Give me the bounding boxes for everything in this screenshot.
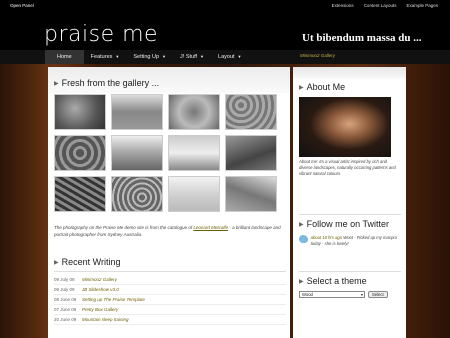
post-date: 09 July 09 — [54, 287, 75, 292]
gallery-header: ▶ Fresh from the gallery ... — [48, 67, 290, 93]
gallery-thumbnail[interactable] — [54, 135, 106, 171]
about-heading: ▶ About Me — [299, 82, 401, 92]
twitter-title: Follow me on Twitter — [306, 219, 389, 229]
sidebar-header — [293, 67, 406, 79]
description-text: The photography on the Praise Me demo si… — [54, 225, 194, 230]
top-link-extensions[interactable]: Extensions — [332, 3, 354, 8]
about-text: About me: Im a visual artist inspired by… — [299, 159, 396, 177]
divider — [299, 271, 401, 272]
nav-item-label: Features — [90, 54, 113, 60]
recent-title: Recent Writing — [61, 257, 121, 267]
breadcrumb[interactable]: Minimoo2 Gallery — [300, 53, 335, 58]
recent-heading: ▶ Recent Writing — [54, 257, 286, 272]
arrow-right-icon: ▶ — [54, 259, 59, 266]
gallery-title: Fresh from the gallery ... — [61, 78, 160, 88]
top-links: Extensions Content Layouts Example Pages — [332, 3, 438, 8]
site-tagline: Ut bibendum massa du ... — [302, 32, 422, 44]
nav-item-layout[interactable]: Layout ▼ — [211, 50, 248, 64]
open-panel-link[interactable]: Open Panel — [10, 3, 34, 8]
post-date: 20 June 09 — [54, 317, 77, 322]
main-nav-bar: Home Features ▼ Setting Up ▼ J! Stuff ▼ Lay… — [0, 50, 450, 64]
list-item: 08 June 09 Setting up The Praise Templat… — [54, 295, 286, 305]
nav-item-label: J! Stuff — [180, 54, 198, 60]
nav-item-label: Setting Up — [133, 54, 160, 60]
nav-item-setting-up[interactable]: Setting Up ▼ — [126, 50, 173, 64]
main-nav: Home Features ▼ Setting Up ▼ J! Stuff ▼ Lay… — [45, 50, 249, 64]
nav-item-j-stuff[interactable]: J! Stuff ▼ — [173, 50, 211, 64]
about-section: ▶ About Me About me: Im a visual artist … — [299, 82, 401, 177]
site-header: praise me Ut bibendum massa du ... — [0, 12, 450, 50]
caret-down-icon: ▼ — [162, 54, 167, 59]
post-link[interactable]: Mountain sleep training — [82, 317, 129, 322]
twitter-heading: ▶ Follow me on Twitter — [299, 219, 401, 229]
chevron-down-icon: ▾ — [360, 292, 363, 297]
top-link-example-pages[interactable]: Example Pages — [406, 3, 438, 8]
top-link-content-layouts[interactable]: Content Layouts — [364, 3, 397, 8]
post-date: 08 June 09 — [54, 297, 77, 302]
theme-selected-value: Wood — [302, 292, 313, 297]
gallery-thumbnail[interactable] — [168, 94, 220, 130]
theme-title: Select a theme — [306, 276, 367, 286]
gallery-thumbnail[interactable] — [111, 94, 163, 130]
theme-controls: Wood ▾ Select — [299, 291, 401, 298]
gallery-thumbnail[interactable] — [225, 94, 277, 130]
gallery-thumbnail[interactable] — [111, 135, 163, 171]
post-date: 07 June 09 — [54, 307, 77, 312]
divider — [299, 214, 401, 215]
gallery-thumbnail[interactable] — [111, 176, 163, 212]
list-item: 20 June 09 Mountain sleep training — [54, 315, 286, 325]
tweet-time[interactable]: about 10 hrs ago — [311, 235, 342, 240]
caret-down-icon: ▼ — [115, 54, 120, 59]
nav-item-features[interactable]: Features ▼ — [84, 50, 127, 64]
list-item: 09 July 09 Minimoo2 Gallery — [54, 275, 286, 285]
arrow-right-icon: ▶ — [299, 221, 304, 228]
theme-select[interactable]: Wood ▾ — [299, 291, 365, 298]
post-link[interactable]: Pretty Box Gallery — [82, 307, 118, 312]
nav-item-label: Layout — [218, 54, 235, 60]
gallery-thumbnail[interactable] — [225, 176, 277, 212]
photographer-link[interactable]: Leonard Metcalfe — [193, 225, 228, 230]
list-item: 07 June 09 Pretty Box Gallery — [54, 305, 286, 315]
theme-heading: ▶ Select a theme — [299, 276, 401, 286]
post-link[interactable]: Minimoo2 Gallery — [82, 277, 117, 282]
nav-item-label: Home — [57, 54, 72, 60]
gallery-thumbnail[interactable] — [54, 94, 106, 130]
site-logo[interactable]: praise me — [44, 22, 158, 47]
post-date: 09 July 09 — [54, 277, 75, 282]
gallery-thumbnail[interactable] — [168, 135, 220, 171]
recent-writing: ▶ Recent Writing 09 July 09 Minimoo2 Gal… — [54, 257, 286, 325]
nav-item-home[interactable]: Home — [45, 50, 84, 64]
twitter-section: ▶ Follow me on Twitter about 10 hrs ago … — [299, 210, 401, 247]
main-content: ▶ Fresh from the gallery ... The photogr… — [48, 67, 290, 338]
about-title: About Me — [306, 82, 346, 92]
post-link[interactable]: Setting up The Praise Template — [82, 297, 145, 302]
tweet: about 10 hrs ago Woot - Picked up my mac… — [299, 235, 401, 247]
caret-down-icon: ▼ — [237, 54, 242, 59]
gallery-thumbnail[interactable] — [54, 176, 106, 212]
arrow-right-icon: ▶ — [54, 80, 59, 87]
theme-section: ▶ Select a theme Wood ▾ Select — [299, 267, 401, 298]
gallery-description: The photography on the Praise Me demo si… — [54, 225, 286, 238]
caret-down-icon: ▼ — [200, 54, 205, 59]
post-link[interactable]: JB Slideshow v3.0 — [82, 287, 119, 292]
list-item: 09 July 09 JB Slideshow v3.0 — [54, 285, 286, 295]
top-panel-bar: Open Panel Extensions Content Layouts Ex… — [0, 0, 450, 12]
select-theme-button[interactable]: Select — [368, 291, 388, 298]
tweet-body: about 10 hrs ago Woot - Picked up my mac… — [311, 235, 401, 247]
gallery-grid — [54, 94, 277, 212]
portrait-image — [299, 97, 391, 157]
twitter-bird-icon — [299, 235, 308, 243]
gallery-thumbnail[interactable] — [225, 135, 277, 171]
arrow-right-icon: ▶ — [299, 278, 304, 285]
gallery-thumbnail[interactable] — [168, 176, 220, 212]
sidebar: ▶ About Me About me: Im a visual artist … — [293, 67, 406, 338]
arrow-right-icon: ▶ — [299, 84, 304, 91]
gallery-heading: ▶ Fresh from the gallery ... — [54, 78, 159, 88]
